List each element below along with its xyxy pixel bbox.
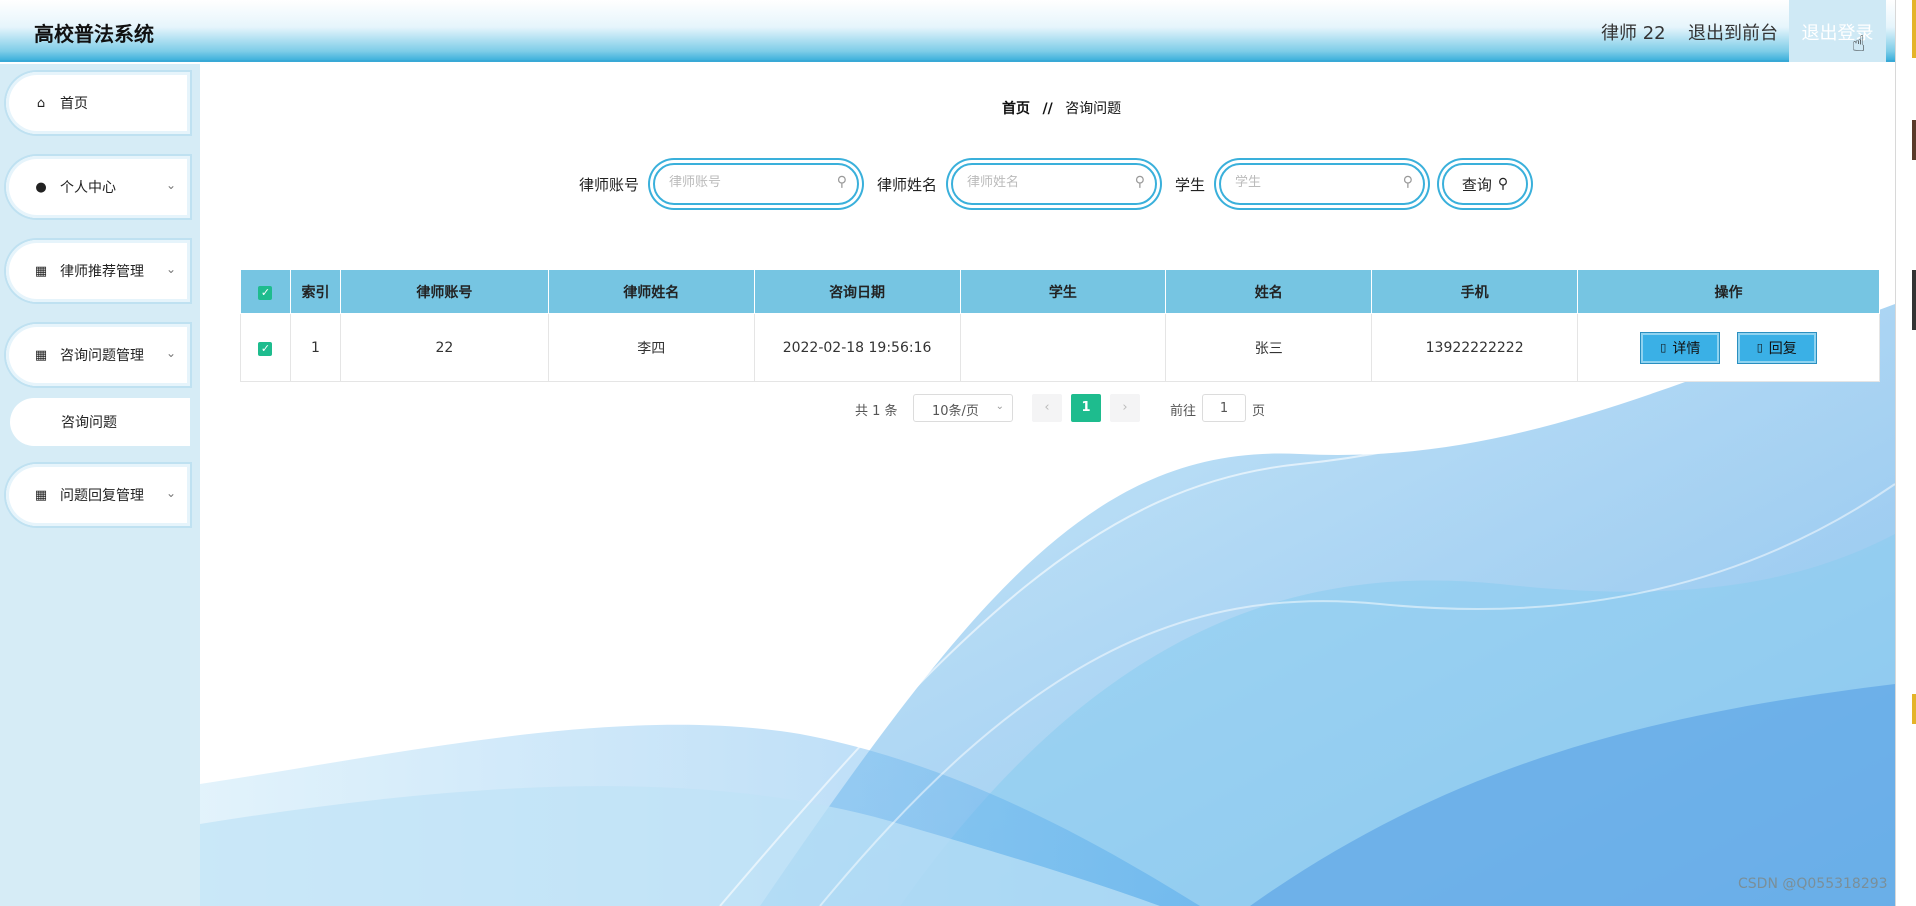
consult-table: ✓ 索引 律师账号 律师姓名 咨询日期 学生 姓名 手机 操作 ✓ 1 22 李… [240,269,1880,382]
next-page-button[interactable]: › [1110,394,1140,422]
select-all-cell: ✓ [240,269,291,314]
lawyer-account-label: 律师账号 [579,176,640,194]
edge-accent-yellow [1912,694,1916,724]
lawyer-name-label: 律师姓名 [877,176,938,194]
sidebar-item-home[interactable]: ⌂ 首页 [6,72,190,134]
search-icon: ⚲ [1497,176,1509,192]
cell-index: 1 [289,313,341,382]
column-header: 律师账号 [339,269,549,314]
sidebar-item-label: 咨询问题 [61,415,117,431]
cell-student [959,313,1167,382]
page-unit-label: 页 [1252,404,1266,419]
cell-actions: ▯ 详情 ▯ 回复 [1577,313,1880,382]
goto-page-input[interactable] [1202,394,1246,422]
search-icon: ⚲ [1402,174,1413,190]
column-header: 学生 [959,269,1167,314]
csdn-watermark: CSDN @Q055318293 [1738,876,1888,892]
home-icon: ⌂ [36,95,46,111]
column-header: 姓名 [1165,269,1373,314]
cell-date: 2022-02-18 19:56:16 [753,313,961,382]
cell-lawyer-account: 22 [339,313,549,382]
breadcrumb-current: 咨询问题 [1065,101,1122,117]
pagination-total: 共 1 条 [855,404,898,419]
column-header: 索引 [289,269,341,314]
top-header: 高校普法系统 律师 22 退出到前台 退出登录 ☝ [0,0,1895,62]
sidebar: ⌂ 首页 ● 个人中心 ⌄ ▦ 律师推荐管理 ⌄ ▦ 咨询问题管理 ⌄ 咨询问题… [0,64,200,906]
app-title: 高校普法系统 [34,22,154,46]
table-header-row: ✓ 索引 律师账号 律师姓名 咨询日期 学生 姓名 手机 操作 [240,269,1880,314]
edge-accent-dark [1912,120,1916,160]
chevron-down-icon: ⌄ [165,486,176,500]
edge-accent-dark [1912,270,1916,330]
chevron-down-icon: ⌄ [995,401,1004,412]
sidebar-item-label: 问题回复管理 [60,488,144,504]
page-size-select[interactable]: 10条/页 ⌄ [913,394,1013,422]
sidebar-item-consult-manage[interactable]: ▦ 咨询问题管理 ⌄ [6,324,190,386]
lawyer-name-input[interactable] [967,175,1117,190]
cell-name: 张三 [1165,313,1373,382]
sidebar-item-label: 首页 [60,96,88,112]
lawyer-name-search-box: ⚲ [951,163,1157,205]
detail-button[interactable]: ▯ 详情 [1640,331,1721,364]
sidebar-item-label: 咨询问题管理 [60,348,144,364]
cell-lawyer-name: 李四 [547,313,755,382]
edge-accent-yellow [1912,0,1916,58]
column-header: 律师姓名 [547,269,755,314]
column-header: 咨询日期 [753,269,961,314]
column-header: 操作 [1577,269,1880,314]
breadcrumb: 首页 // 咨询问题 [1002,98,1121,118]
grid-icon: ▦ [34,347,48,363]
chevron-down-icon: ⌄ [165,262,176,276]
search-icon: ⚲ [836,174,847,190]
breadcrumb-home[interactable]: 首页 [1002,101,1030,117]
chevron-down-icon: ⌄ [165,178,176,192]
cell-phone: 13922222222 [1371,313,1579,382]
student-search-box: ⚲ [1219,163,1425,205]
sidebar-item-label: 律师推荐管理 [60,264,144,280]
reply-button[interactable]: ▯ 回复 [1736,331,1817,364]
user-icon: ● [35,179,47,195]
grid-icon: ▦ [34,487,48,503]
main-content: 首页 // 咨询问题 律师账号 ⚲ 律师姓名 ⚲ 学生 ⚲ 查询 ⚲ ✓ 索引 … [200,64,1895,906]
logout-button[interactable]: 退出登录 [1789,0,1886,62]
reply-button-label: 回复 [1768,340,1797,357]
column-header: 手机 [1371,269,1579,314]
detail-button-label: 详情 [1672,340,1701,357]
back-to-front-link[interactable]: 退出到前台 [1688,19,1778,45]
table-row: ✓ 1 22 李四 2022-02-18 19:56:16 张三 1392222… [240,313,1880,382]
row-select-cell: ✓ [240,313,291,382]
document-icon: ▯ [1660,341,1667,354]
student-input[interactable] [1235,175,1385,190]
hand-cursor-icon: ☝ [1852,32,1866,57]
breadcrumb-separator: // [1042,101,1053,117]
student-label: 学生 [1175,176,1206,194]
sidebar-item-lawyer-recommend[interactable]: ▦ 律师推荐管理 ⌄ [6,240,190,302]
page-size-value: 10条/页 [932,404,979,419]
prev-page-button[interactable]: ‹ [1032,394,1062,422]
lawyer-account-search-box: ⚲ [653,163,859,205]
search-icon: ⚲ [1134,174,1145,190]
query-button-label: 查询 [1461,175,1492,194]
lawyer-account-input[interactable] [669,175,819,190]
sidebar-item-personal-center[interactable]: ● 个人中心 ⌄ [6,156,190,218]
document-icon: ▯ [1756,341,1763,354]
select-all-checkbox[interactable]: ✓ [258,285,273,300]
query-button[interactable]: 查询 ⚲ [1442,163,1528,205]
page-number-current[interactable]: 1 [1071,394,1101,422]
current-user-label: 律师 22 [1601,23,1666,44]
sidebar-item-label: 个人中心 [60,180,116,196]
goto-label: 前往 [1170,404,1197,419]
chevron-down-icon: ⌄ [165,346,176,360]
grid-icon: ▦ [34,263,48,279]
sidebar-subitem-consult[interactable]: 咨询问题 [10,398,190,446]
row-checkbox[interactable]: ✓ [258,341,273,356]
sidebar-item-reply-manage[interactable]: ▦ 问题回复管理 ⌄ [6,464,190,526]
